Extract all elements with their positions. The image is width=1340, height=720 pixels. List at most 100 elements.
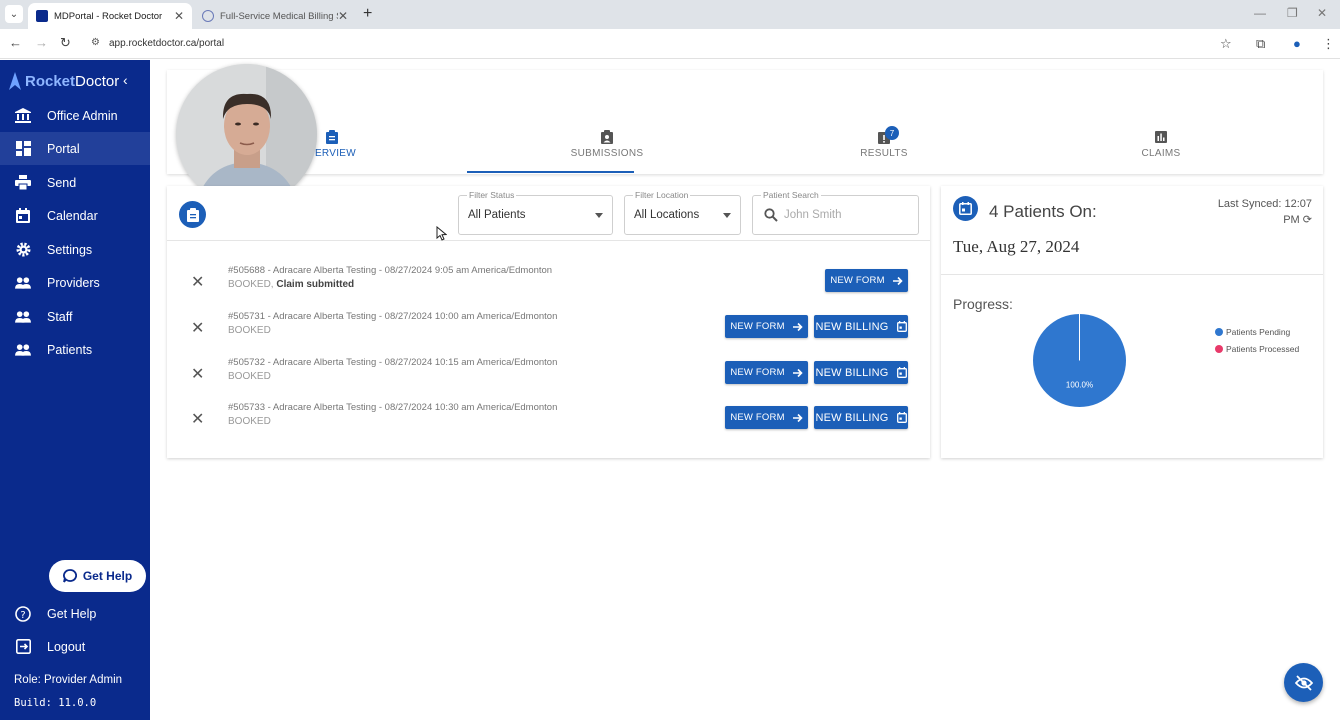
pie-legend: Patients Pending Patients Processed (1215, 327, 1299, 361)
appointment-status-text: BOOKED (228, 279, 271, 290)
close-tab-icon[interactable]: ✕ (174, 9, 184, 23)
site-favicon-icon (202, 10, 214, 22)
logout-icon (15, 639, 31, 655)
tab-claims-label: CLAIMS (1141, 148, 1181, 159)
close-tab-icon[interactable]: ✕ (338, 9, 348, 23)
sidebar-item-calendar[interactable]: Calendar (0, 199, 150, 232)
legend-dot (1215, 345, 1223, 353)
patient-search-input[interactable]: Patient Search John Smith (752, 190, 919, 235)
new-billing-button[interactable]: NEW BILLING (814, 361, 908, 384)
sidebar-item-portal[interactable]: Portal (0, 132, 150, 165)
remove-appointment-icon[interactable]: ✕ (191, 272, 204, 292)
collapse-sidebar-icon[interactable]: ‹ (123, 72, 128, 88)
browser-tab-active[interactable]: MDPortal - Rocket Doctor ✕ (28, 3, 192, 29)
browser-tab-inactive[interactable]: Full-Service Medical Billing Software ✕ (194, 3, 356, 29)
bar-chart-icon (1155, 131, 1167, 143)
sidebar-item-label: Logout (47, 639, 86, 654)
new-tab-icon[interactable]: + (363, 5, 372, 23)
sidebar-item-settings[interactable]: Settings (0, 233, 150, 266)
appointment-row: ✕ #505688 - Adracare Alberta Testing - 0… (167, 265, 930, 311)
url-field[interactable]: app.rocketdoctor.ca/portal (109, 38, 224, 49)
new-form-button[interactable]: NEW FORM (725, 361, 808, 384)
appointments-doc-icon (179, 201, 206, 228)
new-form-button[interactable]: NEW FORM (725, 406, 808, 429)
legend-label: Patients Processed (1226, 344, 1300, 354)
summary-card: 4 Patients On: Last Synced: 12:07 PM ⟳ T… (941, 186, 1323, 458)
arrow-right-icon (792, 368, 803, 377)
appointment-details: #505688 - Adracare Alberta Testing - 08/… (228, 265, 553, 276)
close-window-icon[interactable]: ✕ (1317, 6, 1327, 20)
remove-appointment-icon[interactable]: ✕ (191, 318, 204, 338)
people-icon (15, 275, 31, 291)
appointment-status: BOOKED (228, 416, 271, 427)
appointments-card: Filter Status All Patients Filter Locati… (167, 186, 930, 458)
sidebar-item-label: Patients (47, 342, 93, 357)
reload-icon[interactable]: ↻ (60, 35, 71, 51)
legend-item[interactable]: Patients Pending (1215, 327, 1299, 337)
extensions-icon[interactable]: ⧉ (1256, 36, 1265, 52)
svg-text:?: ? (20, 610, 25, 621)
new-form-button[interactable]: NEW FORM (725, 315, 808, 338)
filter-location-select[interactable]: Filter Location All Locations (624, 190, 741, 235)
sidebar-item-logout[interactable]: Logout (0, 630, 150, 663)
tab-search-button[interactable]: ⌄ (5, 5, 23, 23)
calendar-icon (953, 196, 978, 221)
new-form-button-label: NEW FORM (730, 412, 785, 423)
minimize-icon[interactable]: — (1254, 6, 1266, 20)
sidebar-item-office-admin[interactable]: Office Admin (0, 99, 150, 132)
legend-item[interactable]: Patients Processed (1215, 344, 1299, 354)
new-billing-button-label: NEW BILLING (815, 366, 889, 379)
sidebar-item-providers[interactable]: Providers (0, 266, 150, 299)
sync-icon[interactable]: ⟳ (1303, 214, 1312, 226)
divider (941, 274, 1323, 275)
bookmark-star-icon[interactable]: ☆ (1220, 36, 1232, 52)
chat-bubble-icon (62, 569, 77, 583)
active-tab-indicator (467, 171, 634, 173)
progress-label: Progress: (953, 296, 1013, 312)
browser-menu-icon[interactable]: ⋮ (1322, 36, 1335, 52)
sidebar-item-label: Settings (47, 242, 93, 257)
dashboard-icon (15, 141, 31, 157)
appointment-row: ✕ #505731 - Adracare Alberta Testing - 0… (167, 311, 930, 357)
hide-eye-button[interactable] (1284, 663, 1323, 702)
logo-text-rocket: Rocket (25, 72, 76, 90)
sidebar-item-get-help[interactable]: ? Get Help (0, 597, 150, 630)
filter-status-select[interactable]: Filter Status All Patients (458, 190, 613, 235)
sidebar-item-staff[interactable]: Staff (0, 300, 150, 333)
sidebar-item-label: Get Help (47, 606, 97, 621)
browser-tab-strip: ⌄ MDPortal - Rocket Doctor ✕ Full-Servic… (0, 0, 1340, 29)
sidebar-item-label: Send (47, 175, 77, 190)
person-video-feed (176, 64, 317, 205)
remove-appointment-icon[interactable]: ✕ (191, 364, 204, 384)
eye-off-icon (1294, 674, 1313, 691)
tab-claims[interactable]: CLAIMS (1023, 130, 1299, 159)
new-billing-button[interactable]: NEW BILLING (814, 406, 908, 429)
site-info-icon[interactable]: ⚙ (91, 37, 100, 48)
sidebar-item-label: Portal (47, 141, 80, 156)
results-count-badge: 7 (885, 126, 899, 140)
get-help-button[interactable]: Get Help (49, 560, 146, 592)
sidebar-item-label: Office Admin (47, 108, 118, 123)
patients-count: 4 Patients On: (989, 202, 1097, 221)
rocket-logo-icon (9, 72, 21, 90)
remove-appointment-icon[interactable]: ✕ (191, 409, 204, 429)
restore-icon[interactable]: ❐ (1287, 6, 1298, 20)
pie-data-label: 100.0% (1066, 381, 1093, 390)
tab-results[interactable]: RESULTS (746, 130, 1022, 159)
new-form-button-label: NEW FORM (830, 275, 885, 286)
sidebar-item-send[interactable]: Send (0, 166, 150, 199)
new-form-button[interactable]: NEW FORM (825, 269, 908, 292)
forward-icon[interactable]: → (35, 35, 48, 50)
tab-submissions[interactable]: SUBMISSIONS (469, 130, 745, 159)
tab-results-label: RESULTS (860, 148, 908, 159)
get-help-button-label: Get Help (82, 569, 133, 583)
sidebar-item-patients[interactable]: Patients (0, 333, 150, 366)
last-synced: Last Synced: 12:07 PM ⟳ (1202, 196, 1312, 228)
selected-date: Tue, Aug 27, 2024 (953, 237, 1080, 256)
rocket-doctor-logo[interactable]: Rocket Doctor (8, 72, 119, 90)
webcam-overlay (176, 64, 317, 205)
back-icon[interactable]: ← (9, 35, 22, 50)
appointment-details: #505731 - Adracare Alberta Testing - 08/… (228, 311, 558, 322)
new-billing-button[interactable]: NEW BILLING (814, 315, 908, 338)
profile-icon[interactable]: ● (1293, 36, 1301, 51)
